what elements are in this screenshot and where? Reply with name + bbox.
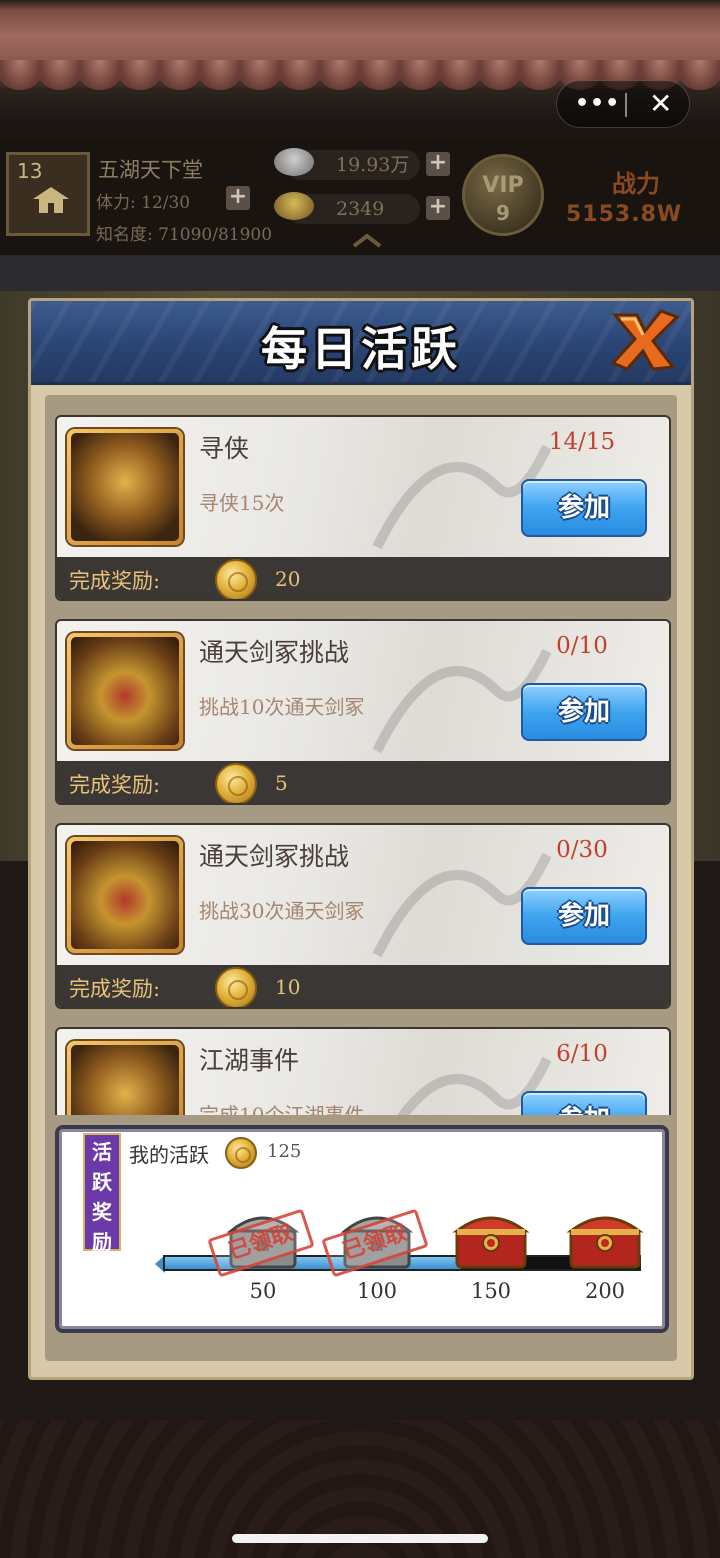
fame-text: 知名度: 71090/81900 — [96, 225, 273, 245]
gold-ingot-icon — [274, 192, 314, 220]
join-button[interactable]: 参加 — [521, 887, 647, 945]
activity-reward-tag: 活 跃 奖 励 — [83, 1133, 121, 1254]
reward-value: 10 — [275, 975, 301, 999]
helmet-icon — [71, 1045, 179, 1115]
power-label: 战力 — [612, 169, 660, 198]
task-title: 寻侠 — [199, 434, 250, 463]
mini-program-capsule: ••• ✕ — [556, 80, 690, 128]
task-reward-bar: 完成奖励: 20 — [57, 557, 669, 599]
task-card: 江湖事件 完成10个江湖事件 6/10 参加 — [55, 1027, 671, 1115]
close-x-icon[interactable] — [607, 307, 683, 373]
join-button[interactable]: 参加 — [521, 479, 647, 537]
tag-char: 励 — [92, 1230, 112, 1254]
join-button-label: 参加 — [557, 697, 610, 727]
reward-value: 5 — [275, 771, 288, 795]
my-activity-value: 125 — [267, 1141, 302, 1162]
task-card: 通天剑冢挑战 挑战10次通天剑冢 0/10 参加 完成奖励: 5 — [55, 619, 671, 805]
tag-char: 奖 — [92, 1200, 112, 1224]
task-card: 通天剑冢挑战 挑战30次通天剑冢 0/30 参加 完成奖励: 10 — [55, 823, 671, 1009]
activity-coin-icon — [215, 763, 257, 803]
guild-name: 五湖天下堂 — [98, 158, 203, 182]
join-button-label: 参加 — [523, 1093, 645, 1115]
helmet-icon — [71, 433, 179, 541]
reward-label: 完成奖励: — [69, 977, 161, 1001]
chevron-up-icon[interactable] — [352, 232, 382, 248]
milestone-label: 50 — [249, 1279, 277, 1303]
treasure-chest-icon[interactable] — [449, 1201, 533, 1271]
tag-char: 活 — [92, 1140, 112, 1164]
join-button[interactable]: 参加 — [521, 1091, 647, 1115]
vip-level: 9 — [496, 201, 510, 225]
task-icon — [67, 837, 183, 953]
task-icon — [67, 633, 183, 749]
beast-mask-icon — [71, 841, 179, 949]
task-progress: 6/10 — [556, 1041, 608, 1067]
task-reward-bar: 完成奖励: 10 — [57, 965, 669, 1007]
task-progress: 0/30 — [556, 837, 608, 863]
tag-char: 跃 — [92, 1170, 112, 1194]
more-dots-icon[interactable]: ••• — [575, 91, 620, 116]
milestone-label: 150 — [470, 1279, 512, 1303]
activity-coin-icon — [225, 1137, 257, 1169]
daily-activity-modal: 每日活跃 寻侠 寻侠15次 14/15 参加 完成奖励: 20 通天剑冢挑战 挑… — [28, 298, 694, 1380]
task-icon — [67, 1041, 183, 1115]
task-title: 江湖事件 — [199, 1046, 300, 1075]
modal-title: 每日活跃 — [261, 322, 461, 376]
join-button-label: 参加 — [557, 901, 610, 931]
silver-ingot-icon — [274, 148, 314, 176]
home-indicator[interactable] — [232, 1534, 488, 1543]
close-icon[interactable]: ✕ — [649, 87, 672, 120]
reward-value: 20 — [275, 567, 301, 591]
stamina-text: 体力: 12/30 — [96, 193, 191, 213]
milestone-label: 100 — [356, 1279, 398, 1303]
task-progress: 14/15 — [548, 429, 616, 455]
player-level: 13 — [17, 159, 43, 183]
activity-coin-icon — [215, 967, 257, 1007]
task-description: 挑战10次通天剑冢 — [199, 695, 365, 719]
silver-value: 19.93万 — [336, 154, 410, 176]
milestone-label: 200 — [584, 1279, 626, 1303]
activity-reward-panel: 活 跃 奖 励 我的活跃 125 已领取 50 已领取 100 150 200 — [55, 1125, 669, 1333]
task-icon — [67, 429, 183, 545]
vip-badge[interactable]: VIP 9 — [462, 154, 544, 236]
task-description: 完成10个江湖事件 — [199, 1103, 365, 1115]
gold-value: 2349 — [336, 198, 385, 220]
task-progress: 0/10 — [556, 633, 608, 659]
power-value: 5153.8W — [566, 202, 683, 227]
reward-label: 完成奖励: — [69, 773, 161, 797]
task-card: 寻侠 寻侠15次 14/15 参加 完成奖励: 20 — [55, 415, 671, 601]
task-title: 通天剑冢挑战 — [199, 638, 350, 667]
player-header: 13 五湖天下堂 体力: 12/30 + 知名度: 71090/81900 19… — [0, 140, 720, 255]
add-silver-button[interactable]: + — [426, 152, 450, 176]
task-description: 寻侠15次 — [199, 491, 285, 515]
task-list[interactable]: 寻侠 寻侠15次 14/15 参加 完成奖励: 20 通天剑冢挑战 挑战10次通… — [55, 415, 671, 1115]
treasure-chest-icon[interactable] — [563, 1201, 647, 1271]
task-description: 挑战30次通天剑冢 — [199, 899, 365, 923]
player-avatar[interactable]: 13 — [6, 152, 90, 236]
capsule-divider — [625, 93, 627, 117]
reward-label: 完成奖励: — [69, 569, 161, 593]
modal-header: 每日活跃 — [31, 301, 691, 385]
activity-coin-icon — [215, 559, 257, 599]
my-activity-label: 我的活跃 — [129, 1143, 209, 1167]
beast-mask-icon — [71, 637, 179, 745]
task-reward-bar: 完成奖励: 5 — [57, 761, 669, 803]
modal-body: 寻侠 寻侠15次 14/15 参加 完成奖励: 20 通天剑冢挑战 挑战10次通… — [45, 395, 677, 1361]
vip-label: VIP — [482, 173, 524, 198]
header-divider — [0, 255, 720, 291]
add-gold-button[interactable]: + — [426, 196, 450, 220]
join-button-label: 参加 — [557, 493, 610, 523]
task-title: 通天剑冢挑战 — [199, 842, 350, 871]
join-button[interactable]: 参加 — [521, 683, 647, 741]
house-icon — [33, 187, 69, 213]
add-stamina-button[interactable]: + — [226, 186, 250, 210]
